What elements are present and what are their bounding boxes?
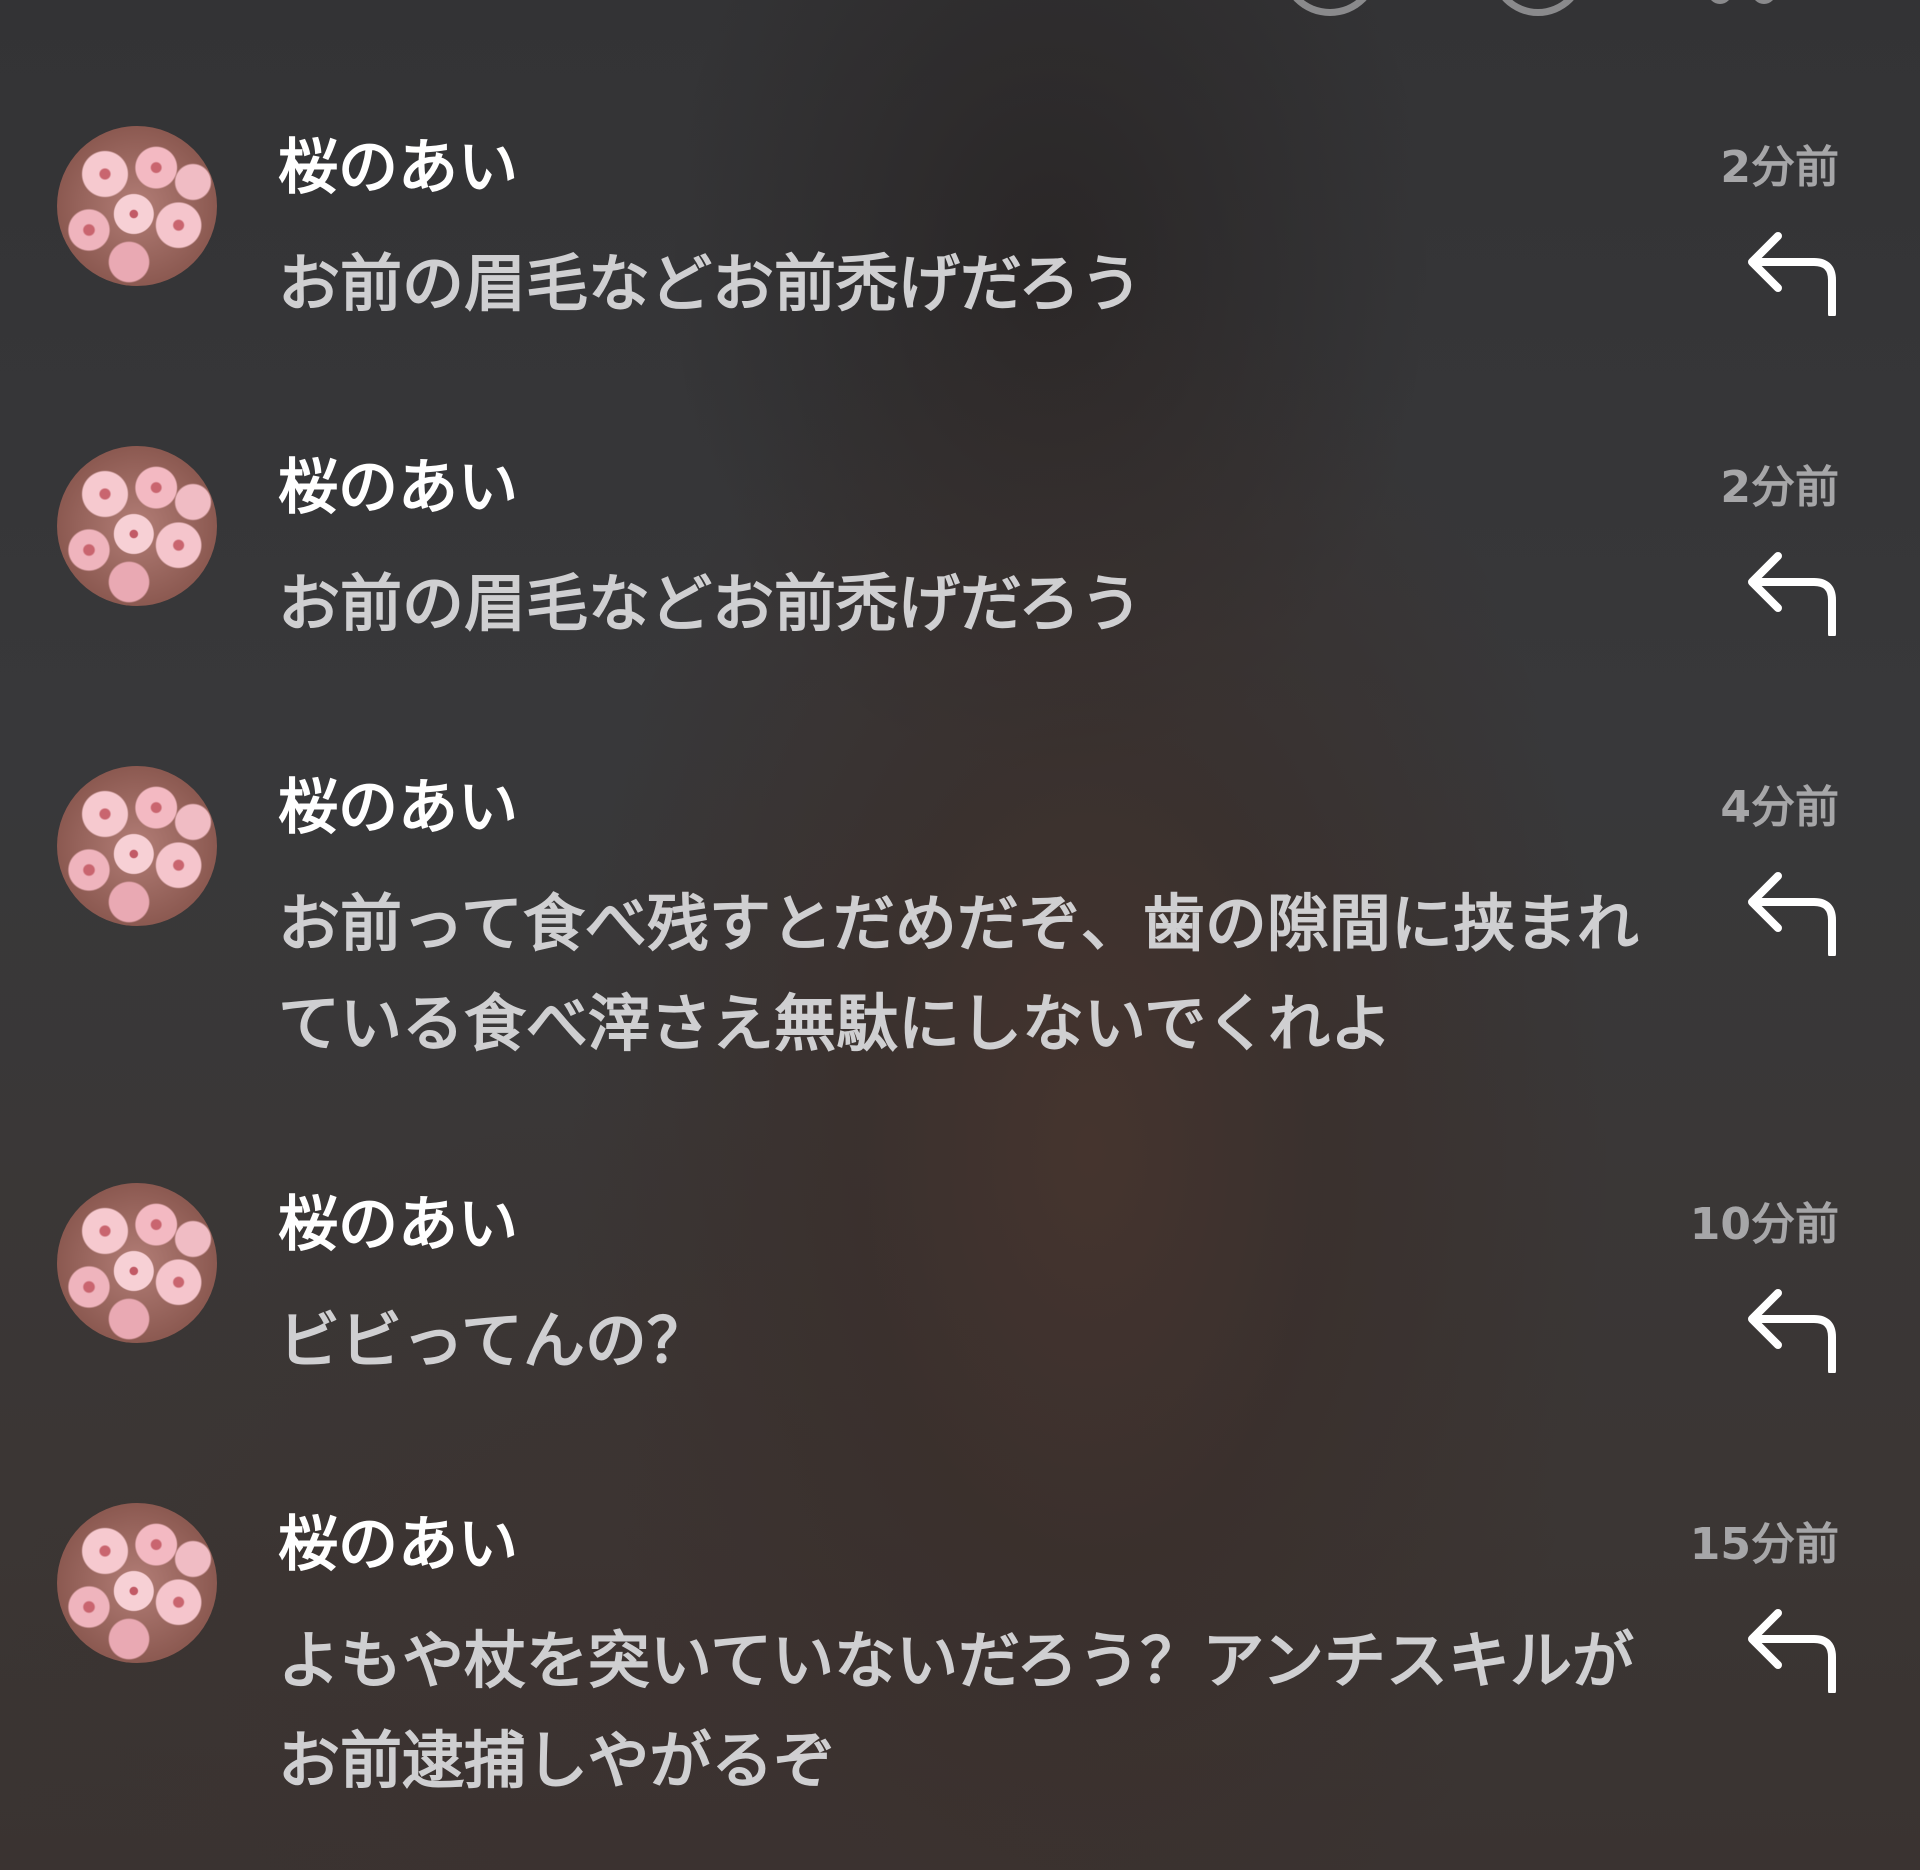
comment-timestamp: 15分前 <box>1689 1519 1839 1570</box>
comment-username[interactable]: 桜のあい <box>278 1515 518 1575</box>
reply-arrow-icon <box>1748 1289 1836 1373</box>
reply-button[interactable] <box>1744 550 1836 636</box>
avatar[interactable] <box>57 446 217 606</box>
comment-timestamp: 10分前 <box>1689 1199 1839 1250</box>
comment-text: お前の眉毛などお前禿げだろう <box>278 567 1143 640</box>
comment-list: 桜のあい 2分前 お前の眉毛などお前禿げだろう 桜のあい 2分前 お前の眉毛など… <box>0 0 1920 1870</box>
comment-username[interactable]: 桜のあい <box>278 138 518 198</box>
reply-button[interactable] <box>1744 230 1836 316</box>
avatar[interactable] <box>57 1183 217 1343</box>
avatar[interactable] <box>57 126 217 286</box>
reply-arrow-icon <box>1748 1609 1836 1693</box>
reply-button[interactable] <box>1744 870 1836 956</box>
avatar[interactable] <box>57 766 217 926</box>
comment-text: お前って食べ残すとだめだぞ、歯の隙間に挟まれている食べ滓さえ無駄にしないでくれよ <box>278 887 1639 1060</box>
comment-text: ビビってんの？ <box>278 1304 709 1377</box>
comment-text: よもや杖を突いていないだろう？アンチスキルがお前逮捕しやがるぞ <box>278 1624 1634 1797</box>
comment-timestamp: 2分前 <box>1720 462 1839 513</box>
comment-username[interactable]: 桜のあい <box>278 1195 518 1255</box>
reply-button[interactable] <box>1744 1287 1836 1373</box>
avatar[interactable] <box>57 1503 217 1663</box>
comment-text: お前の眉毛などお前禿げだろう <box>278 247 1143 320</box>
reply-arrow-icon <box>1748 232 1836 316</box>
comment-username[interactable]: 桜のあい <box>278 458 518 518</box>
comment-username[interactable]: 桜のあい <box>278 778 518 838</box>
reply-arrow-icon <box>1748 552 1836 636</box>
reply-button[interactable] <box>1744 1607 1836 1693</box>
comment-timestamp: 2分前 <box>1720 142 1839 193</box>
comment-timestamp: 4分前 <box>1720 782 1839 833</box>
reply-arrow-icon <box>1748 872 1836 956</box>
